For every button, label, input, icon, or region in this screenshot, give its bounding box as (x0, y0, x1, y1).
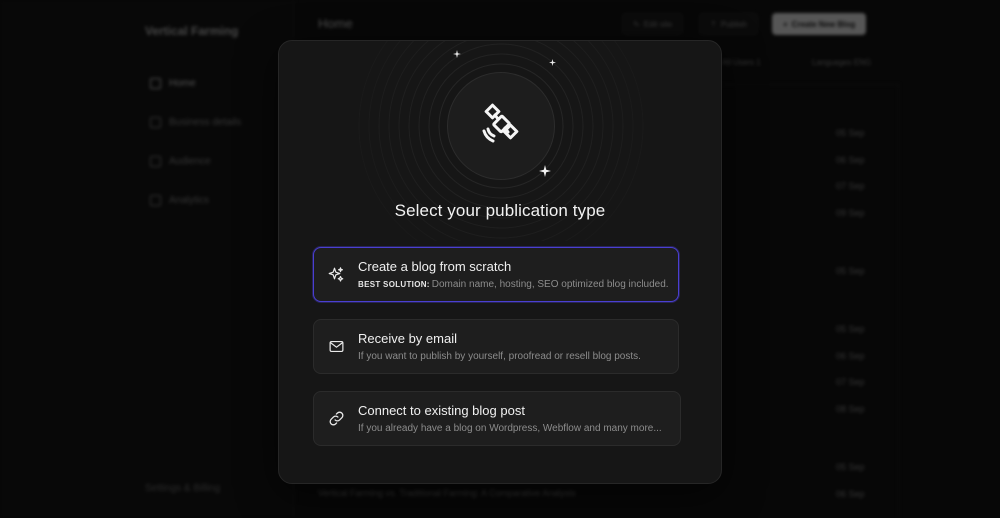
sparkle-icon (539, 165, 551, 177)
option-create-blog[interactable]: Create a blog from scratch BEST SOLUTION… (313, 247, 679, 302)
sparkle-icon (549, 59, 556, 66)
option-receive-by-email[interactable]: Receive by email If you want to publish … (313, 319, 679, 374)
link-icon (314, 410, 358, 427)
option-title: Create a blog from scratch (358, 259, 512, 274)
satellite-icon (482, 103, 519, 143)
option-title: Connect to existing blog post (358, 403, 525, 418)
mail-icon (314, 338, 358, 355)
option-title: Receive by email (358, 331, 457, 346)
option-description: If you want to publish by yourself, proo… (358, 351, 641, 362)
sparkles-icon (314, 266, 358, 284)
best-solution-tag: BEST SOLUTION: (358, 280, 430, 289)
modal-title: Select your publication type (394, 201, 606, 220)
sparkle-icon (453, 50, 461, 58)
option-description: BEST SOLUTION: Domain name, hosting, SEO … (358, 279, 669, 290)
hero-badge (447, 72, 555, 180)
publication-type-modal: Select your publication type Create a bl… (278, 40, 722, 484)
option-description-text: Domain name, hosting, SEO optimized blog… (431, 279, 669, 290)
option-description: If you already have a blog on Wordpress,… (358, 423, 662, 434)
option-connect-existing-blog[interactable]: Connect to existing blog post If you alr… (313, 391, 681, 446)
